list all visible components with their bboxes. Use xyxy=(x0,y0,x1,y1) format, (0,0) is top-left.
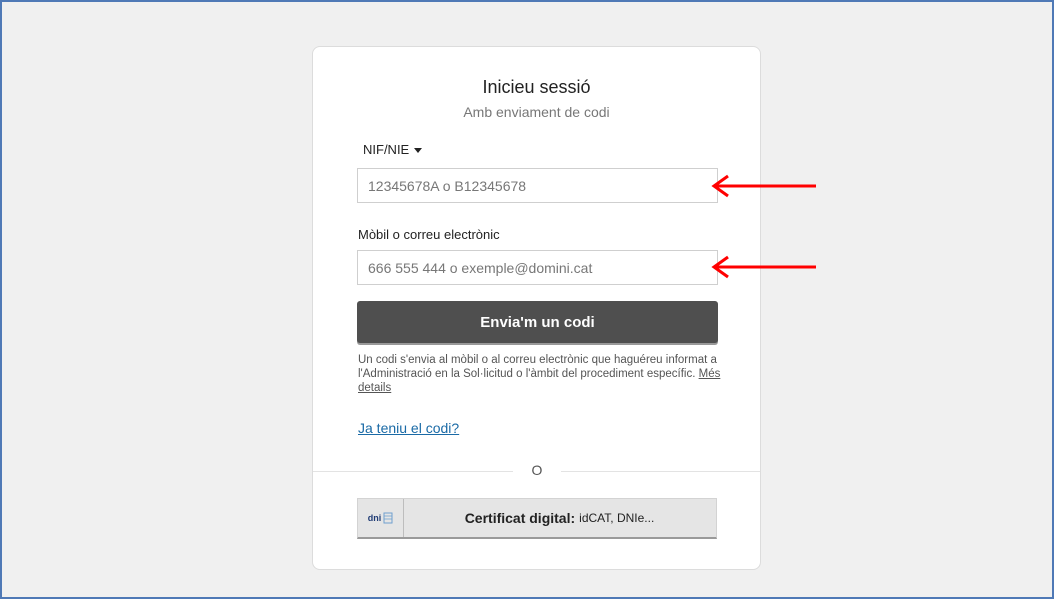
certificate-label-rest: idCAT, DNIe... xyxy=(579,511,655,525)
have-code-link[interactable]: Ja teniu el codi? xyxy=(358,420,459,436)
page-subtitle: Amb enviament de codi xyxy=(463,104,610,120)
page-title: Inicieu sessió xyxy=(482,77,591,97)
divider-or-text: O xyxy=(513,462,561,478)
certificate-label-bold: Certificat digital: xyxy=(464,510,576,526)
dni-logo-icon: dni xyxy=(358,499,404,537)
send-code-button[interactable]: Envia'm un codi xyxy=(357,301,718,343)
chip-icon xyxy=(383,512,393,524)
contact-label: Mòbil o correu electrònic xyxy=(358,227,500,242)
help-text-body: Un codi s'envia al mòbil o al correu ele… xyxy=(358,354,717,380)
nif-input[interactable] xyxy=(357,168,718,203)
caret-down-icon xyxy=(414,148,423,154)
certificate-label: Certificat digital: idCAT, DNIe... xyxy=(403,499,716,537)
help-text: Un codi s'envia al mòbil o al correu ele… xyxy=(358,353,728,395)
screenshot-frame: Inicieu sessió Amb enviament de codi NIF… xyxy=(0,0,1054,599)
id-type-dropdown[interactable]: NIF/NIE xyxy=(363,142,423,157)
red-arrow-icon xyxy=(711,255,816,279)
red-arrow-icon xyxy=(711,174,816,198)
id-type-label: NIF/NIE xyxy=(363,142,410,157)
digital-certificate-button[interactable]: dni Certificat digital: idCAT, DNIe... xyxy=(357,498,717,539)
login-card: Inicieu sessió Amb enviament de codi NIF… xyxy=(312,46,761,570)
contact-input[interactable] xyxy=(357,250,718,285)
